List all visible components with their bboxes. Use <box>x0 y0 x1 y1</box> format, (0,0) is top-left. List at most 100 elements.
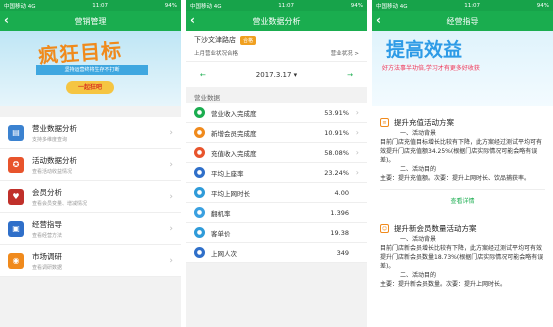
metric-row[interactable]: ● 营业收入完成度 53.91% › <box>186 103 367 123</box>
back-arrow-icon[interactable]: ‹ <box>4 13 9 27</box>
metric-value: 349 <box>336 248 349 257</box>
store-name: 下沙文津路店 <box>194 36 236 44</box>
plan-line: 一、活动背景 <box>400 236 437 243</box>
chevron-right-icon: › <box>169 223 173 234</box>
metric-row: ● 翻机率 1.396 <box>186 203 367 223</box>
member-icon: ♥ <box>8 188 24 205</box>
plan-line: 主要：提升充值额。次要：提升上网时长、饮品捕获率。 <box>380 175 531 182</box>
carrier: 中国移动 4G <box>376 3 408 10</box>
back-arrow-icon[interactable]: ‹ <box>190 13 195 27</box>
prev-date-arrow-icon[interactable]: ← <box>200 71 206 79</box>
metric-label: 营业收入完成度 <box>211 109 257 118</box>
metric-row: ● 客单价 19.38 <box>186 223 367 243</box>
banner-subtitle: 好方法事半功倍,学习才有更多好收获 <box>382 63 480 72</box>
menu-item-title: 经营指导 <box>32 219 62 229</box>
document-icon: ≡ <box>380 117 389 127</box>
metric-row[interactable]: ● 平均上座率 23.24% › <box>186 163 367 183</box>
menu-item[interactable]: ◉ 市场调研 查看调研数据 › <box>0 245 181 277</box>
metric-label: 充值收入完成度 <box>211 149 257 158</box>
page-title: 经营指导 <box>446 16 479 26</box>
store-status-badge: 合格 <box>240 35 257 45</box>
nav-bar: ‹ 经营指导 <box>372 11 553 31</box>
metric-icon: ● <box>194 167 205 178</box>
menu-item-subtitle: 支持多维度查询 <box>32 136 68 143</box>
menu-list: ▤ 营业数据分析 支持多维度查询 › ✪ 活动数据分析 查看活动收益情况 › ♥ 会员分析 查看会员… <box>0 117 181 277</box>
chevron-right-icon: › <box>169 127 173 138</box>
menu-item-subtitle: 查看会员变量、增减情况 <box>32 200 88 207</box>
plan-card-recharge[interactable]: ≡ 提升充值活动方案 一、活动背景 目前门店充值目标增长比较有下降，此方案经过测试… <box>372 110 553 212</box>
last-month-status: 上月营业状况合格 <box>194 51 239 57</box>
page-title: 营销管理 <box>74 16 107 26</box>
metric-row[interactable]: ● 充值收入完成度 58.08% › <box>186 143 367 163</box>
status-bar: 中国移动 4G 11:07 94% <box>0 0 181 11</box>
activity-icon: ✪ <box>8 156 24 173</box>
phone-business-data-analysis: 中国移动 4G 11:07 94% ‹ 营业数据分析 下沙文津路店 合格 上月营… <box>186 0 367 327</box>
metric-label: 翻机率 <box>211 209 231 218</box>
metric-row[interactable]: ● 新增会员完成度 10.91% › <box>186 123 367 143</box>
metric-value: 23.24% <box>324 168 349 177</box>
menu-item[interactable]: ▤ 营业数据分析 支持多维度查询 › <box>0 117 181 149</box>
menu-item-title: 活动数据分析 <box>32 155 77 165</box>
nav-bar: ‹ 营业数据分析 <box>186 11 367 31</box>
plan-line: 目前门店充值目标增长比较有下降，此方案经过测试平均可有效提升门店充值额34.25… <box>380 139 543 164</box>
plan-line: 二、活动目的 <box>400 272 437 279</box>
metric-value: 58.08% <box>324 148 349 157</box>
metric-value: 4.00 <box>334 188 349 197</box>
metric-value: 1.396 <box>330 208 349 217</box>
chevron-right-icon: › <box>355 108 359 117</box>
metric-label: 客单价 <box>211 229 231 238</box>
promo-banner[interactable]: 疯狂目标 坚持运营终将生存不打断 一起狂吧 <box>0 31 181 106</box>
menu-item-title: 市场调研 <box>32 251 62 261</box>
metric-icon: ● <box>194 127 205 138</box>
menu-item-title: 营业数据分析 <box>32 123 77 133</box>
chevron-right-icon: › <box>169 159 173 170</box>
current-date[interactable]: 2017.3.17 ▾ <box>256 71 297 79</box>
plan-line: 目前门店新会员增长比较有下降，此方案经过测试平均可有效提升门店新会员数量18.7… <box>380 245 544 270</box>
metric-icon: ● <box>194 207 205 218</box>
business-status-link[interactable]: 营业状况 > <box>331 49 359 57</box>
chevron-right-icon: › <box>169 255 173 266</box>
banner-button[interactable]: 一起狂吧 <box>66 81 114 94</box>
bar-chart-icon: ▤ <box>8 124 24 141</box>
chevron-right-icon: › <box>355 168 359 177</box>
metric-icon: ● <box>194 107 205 118</box>
phone-marketing-management: 中国移动 4G 11:07 94% ‹ 营销管理 疯狂目标 坚持运营终将生存不打… <box>0 0 181 327</box>
person-icon: ☺ <box>380 223 389 233</box>
metric-label: 上网人次 <box>211 249 237 258</box>
metric-label: 平均上网时长 <box>211 189 250 198</box>
clock: 11:07 <box>92 2 109 9</box>
banner-headline: 疯狂目标 <box>37 38 123 68</box>
metric-row: ● 上网人次 349 <box>186 243 367 263</box>
chevron-right-icon: › <box>355 128 359 137</box>
metric-icon: ● <box>194 247 205 258</box>
clock: 11:07 <box>278 2 295 9</box>
guidance-banner[interactable]: 提高效益 好方法事半功倍,学习才有更多好收获 <box>372 31 553 106</box>
metric-value: 53.91% <box>324 108 349 117</box>
metric-value: 10.91% <box>324 128 349 137</box>
menu-item[interactable]: ✪ 活动数据分析 查看活动收益情况 › <box>0 149 181 181</box>
metric-icon: ● <box>194 187 205 198</box>
plan-line: 一、活动背景 <box>400 130 437 137</box>
metric-icon: ● <box>194 147 205 158</box>
menu-item-subtitle: 查看活动收益情况 <box>32 168 73 175</box>
battery: 94% <box>350 2 363 9</box>
battery: 94% <box>536 2 549 9</box>
menu-item-subtitle: 查看经营方法 <box>32 232 63 239</box>
clock: 11:07 <box>464 2 481 9</box>
view-details-link[interactable]: 查看详情 <box>380 189 545 205</box>
chevron-right-icon: › <box>355 148 359 157</box>
plan-title: 提升新会员数量活动方案 <box>394 223 477 233</box>
back-arrow-icon[interactable]: ‹ <box>376 13 381 27</box>
next-date-arrow-icon[interactable]: → <box>347 71 353 79</box>
menu-item[interactable]: ▣ 经营指导 查看经营方法 › <box>0 213 181 245</box>
menu-item-subtitle: 查看调研数据 <box>32 264 63 271</box>
chevron-right-icon: › <box>169 191 173 202</box>
metric-value: 19.38 <box>330 228 349 237</box>
plan-card-new-members[interactable]: ☺ 提升新会员数量活动方案 一、活动背景 目前门店新会员增长比较有下降，此方案经过… <box>372 216 553 294</box>
plan-title: 提升充值活动方案 <box>394 117 454 127</box>
date-picker: ← 2017.3.17 ▾ → <box>186 61 367 87</box>
plan-line: 二、活动目的 <box>400 166 437 173</box>
menu-item[interactable]: ♥ 会员分析 查看会员变量、增减情况 › <box>0 181 181 213</box>
metric-label: 新增会员完成度 <box>211 129 257 138</box>
page-title: 营业数据分析 <box>252 16 301 26</box>
